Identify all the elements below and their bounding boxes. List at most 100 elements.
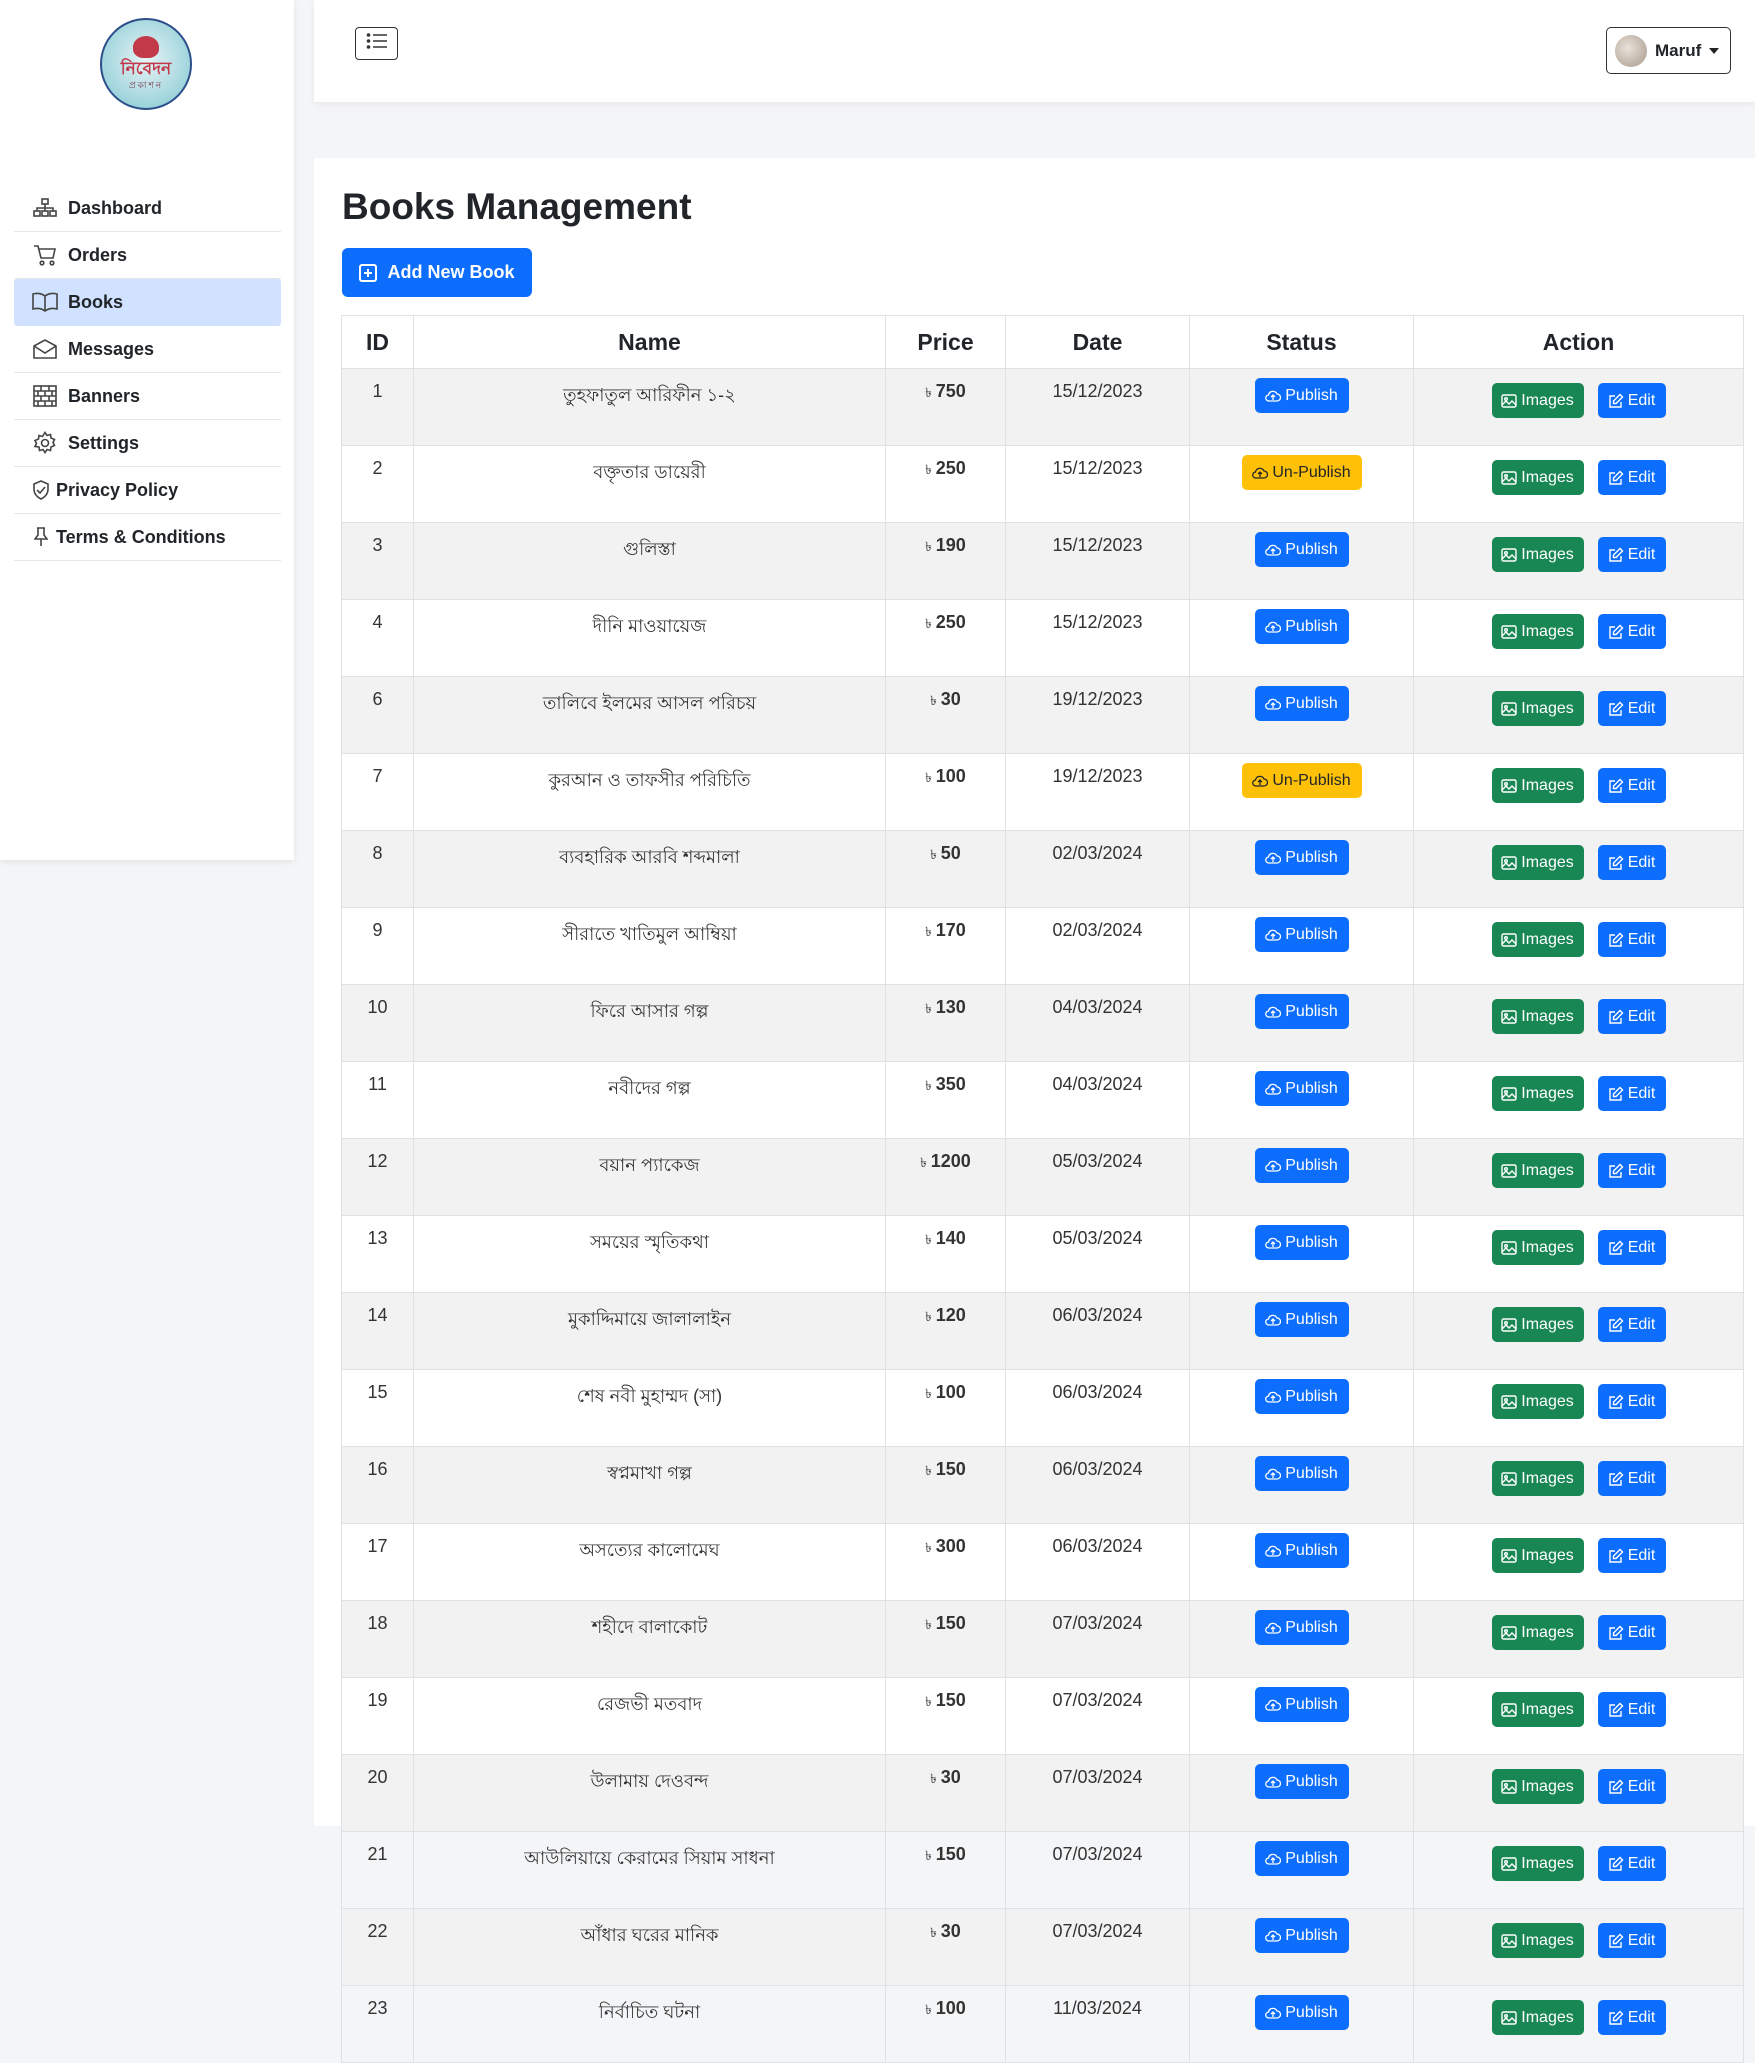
pin-icon — [32, 526, 50, 548]
publish-button[interactable]: Publish — [1254, 1379, 1349, 1414]
publish-button[interactable]: Publish — [1254, 1764, 1349, 1799]
edit-button[interactable]: Edit — [1597, 1230, 1666, 1265]
publish-button[interactable]: Publish — [1254, 1148, 1349, 1183]
images-label: Images — [1521, 1392, 1574, 1410]
edit-button[interactable]: Edit — [1597, 1307, 1666, 1342]
edit-button[interactable]: Edit — [1597, 1846, 1666, 1881]
publish-button[interactable]: Publish — [1254, 994, 1349, 1029]
sidebar-item-label: Messages — [68, 338, 155, 359]
cell-action: Images Edit — [1413, 830, 1744, 908]
publish-button[interactable]: Publish — [1254, 1841, 1349, 1876]
images-button[interactable]: Images — [1491, 2000, 1584, 2035]
publish-button[interactable]: Publish — [1254, 532, 1349, 567]
edit-button[interactable]: Edit — [1597, 1153, 1666, 1188]
sidebar-item-books[interactable]: Books — [14, 279, 281, 326]
publish-button[interactable]: Publish — [1254, 609, 1349, 644]
edit-button[interactable]: Edit — [1597, 460, 1666, 495]
images-button[interactable]: Images — [1491, 1230, 1584, 1265]
images-button[interactable]: Images — [1491, 999, 1584, 1034]
edit-button[interactable]: Edit — [1597, 1461, 1666, 1496]
table-row: 9 সীরাতে খাতিমুল আম্বিয়া ৳ 170 02/03/2024 Pu… — [341, 907, 1744, 985]
images-button[interactable]: Images — [1491, 1923, 1584, 1958]
edit-button[interactable]: Edit — [1597, 845, 1666, 880]
cell-id: 14 — [341, 1292, 414, 1370]
edit-icon — [1608, 624, 1628, 640]
brand-logo[interactable]: নিবেদন প্রকাশন — [100, 18, 192, 110]
edit-button[interactable]: Edit — [1597, 383, 1666, 418]
cloud-upload-icon — [1265, 1698, 1285, 1712]
edit-button[interactable]: Edit — [1597, 691, 1666, 726]
edit-button[interactable]: Edit — [1597, 1538, 1666, 1573]
images-button[interactable]: Images — [1491, 1769, 1584, 1804]
publish-button[interactable]: Publish — [1254, 1918, 1349, 1953]
publish-button[interactable]: Publish — [1254, 1533, 1349, 1568]
publish-button[interactable]: Publish — [1254, 1071, 1349, 1106]
images-button[interactable]: Images — [1491, 1384, 1584, 1419]
edit-button[interactable]: Edit — [1597, 1923, 1666, 1958]
cell-price: ৳ 30 — [885, 1754, 1006, 1832]
cell-action: Images Edit — [1413, 753, 1744, 831]
edit-button[interactable]: Edit — [1597, 999, 1666, 1034]
cell-name: সীরাতে খাতিমুল আম্বিয়া — [413, 907, 886, 985]
cell-price: ৳ 250 — [885, 599, 1006, 677]
cell-date: 07/03/2024 — [1005, 1754, 1190, 1832]
cell-price: ৳ 150 — [885, 1600, 1006, 1678]
unpublish-button[interactable]: Un-Publish — [1241, 763, 1362, 798]
cell-id: 22 — [341, 1908, 414, 1986]
edit-button[interactable]: Edit — [1597, 768, 1666, 803]
sidebar-item-orders[interactable]: Orders — [14, 232, 281, 279]
publish-button[interactable]: Publish — [1254, 686, 1349, 721]
images-button[interactable]: Images — [1491, 460, 1584, 495]
edit-button[interactable]: Edit — [1597, 1076, 1666, 1111]
edit-button[interactable]: Edit — [1597, 1615, 1666, 1650]
unpublish-button[interactable]: Un-Publish — [1241, 455, 1362, 490]
images-button[interactable]: Images — [1491, 1846, 1584, 1881]
sidebar-item-banners[interactable]: Banners — [14, 373, 281, 420]
sidebar-item-messages[interactable]: Messages — [14, 326, 281, 373]
envelope-icon — [32, 338, 58, 360]
cell-action: Images Edit — [1413, 522, 1744, 600]
publish-button[interactable]: Publish — [1254, 1687, 1349, 1722]
images-button[interactable]: Images — [1491, 922, 1584, 957]
edit-label: Edit — [1627, 468, 1656, 486]
publish-button[interactable]: Publish — [1254, 1995, 1349, 2030]
images-button[interactable]: Images — [1491, 691, 1584, 726]
edit-button[interactable]: Edit — [1597, 922, 1666, 957]
publish-button[interactable]: Publish — [1254, 917, 1349, 952]
images-button[interactable]: Images — [1491, 1076, 1584, 1111]
sidebar-item-terms[interactable]: Terms & Conditions — [14, 514, 281, 561]
edit-button[interactable]: Edit — [1597, 1384, 1666, 1419]
images-icon — [1501, 2010, 1521, 2025]
images-button[interactable]: Images — [1491, 1153, 1584, 1188]
publish-button[interactable]: Publish — [1254, 378, 1349, 413]
publish-button[interactable]: Publish — [1254, 1302, 1349, 1337]
edit-button[interactable]: Edit — [1597, 1692, 1666, 1727]
sidebar-toggle-button[interactable] — [355, 27, 398, 60]
cell-status: Publish — [1189, 1446, 1414, 1524]
publish-button[interactable]: Publish — [1254, 840, 1349, 875]
sidebar-item-dashboard[interactable]: Dashboard — [14, 185, 281, 232]
images-button[interactable]: Images — [1491, 1461, 1584, 1496]
edit-button[interactable]: Edit — [1597, 614, 1666, 649]
user-menu-dropdown[interactable]: Maruf — [1606, 27, 1731, 74]
images-button[interactable]: Images — [1491, 537, 1584, 572]
publish-button[interactable]: Publish — [1254, 1610, 1349, 1645]
edit-button[interactable]: Edit — [1597, 2000, 1666, 2035]
sidebar-item-settings[interactable]: Settings — [14, 420, 281, 467]
images-button[interactable]: Images — [1491, 845, 1584, 880]
edit-button[interactable]: Edit — [1597, 537, 1666, 572]
images-button[interactable]: Images — [1491, 1307, 1584, 1342]
images-button[interactable]: Images — [1491, 768, 1584, 803]
sidebar-item-privacy-policy[interactable]: Privacy Policy — [14, 467, 281, 514]
cell-date: 15/12/2023 — [1005, 445, 1190, 523]
images-button[interactable]: Images — [1491, 1538, 1584, 1573]
images-button[interactable]: Images — [1491, 614, 1584, 649]
images-button[interactable]: Images — [1491, 1615, 1584, 1650]
publish-button[interactable]: Publish — [1254, 1456, 1349, 1491]
plus-square-icon — [359, 263, 378, 282]
edit-button[interactable]: Edit — [1597, 1769, 1666, 1804]
publish-button[interactable]: Publish — [1254, 1225, 1349, 1260]
images-button[interactable]: Images — [1491, 1692, 1584, 1727]
images-button[interactable]: Images — [1491, 383, 1584, 418]
add-new-book-button[interactable]: Add New Book — [342, 248, 532, 297]
